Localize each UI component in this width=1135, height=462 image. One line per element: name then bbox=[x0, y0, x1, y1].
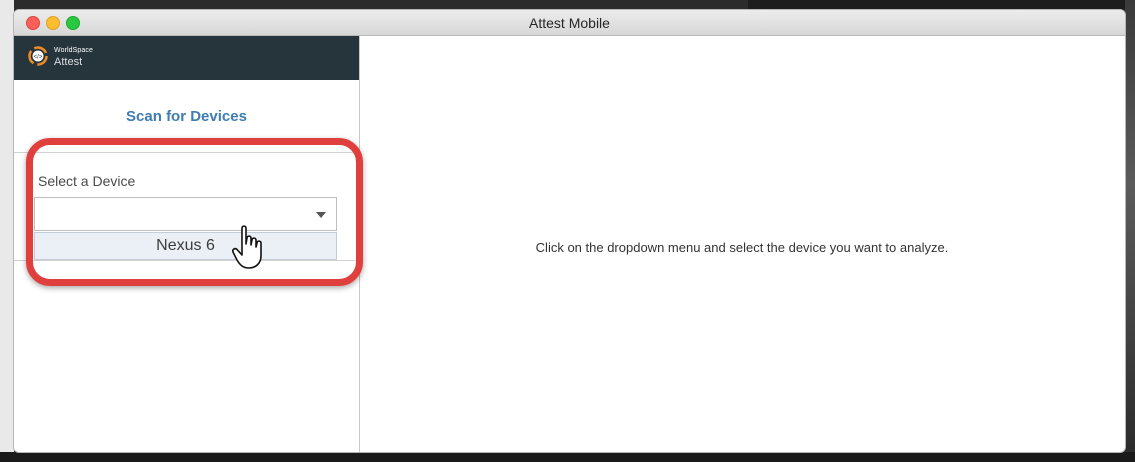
desktop-background bbox=[0, 452, 1135, 462]
sidebar: </> WorldSpace Attest Scan for Devices S… bbox=[14, 36, 360, 452]
scan-section: Scan for Devices bbox=[14, 80, 359, 153]
brand-name: WorldSpace bbox=[54, 47, 94, 54]
device-dropdown[interactable] bbox=[34, 197, 337, 231]
select-device-label: Select a Device bbox=[38, 173, 136, 189]
app-window: Attest Mobile </> WorldSpace Attest Scan… bbox=[14, 10, 1125, 452]
instruction-message: Click on the dropdown menu and select th… bbox=[535, 240, 949, 255]
svg-text:</>: </> bbox=[34, 55, 43, 61]
window-title: Attest Mobile bbox=[529, 15, 610, 31]
brand-header: </> WorldSpace Attest bbox=[14, 36, 359, 80]
dropdown-option-device[interactable]: Nexus 6 bbox=[34, 232, 337, 260]
divider bbox=[14, 260, 359, 261]
worldspace-logo-icon: </> bbox=[28, 46, 48, 66]
chevron-down-icon bbox=[316, 212, 326, 218]
title-bar[interactable]: Attest Mobile bbox=[14, 10, 1125, 36]
brand-product: Attest bbox=[54, 56, 83, 68]
desktop-background bbox=[0, 0, 14, 462]
desktop-background bbox=[748, 0, 1135, 10]
desktop-background bbox=[1125, 0, 1135, 462]
hand-pointer-icon bbox=[232, 225, 262, 269]
scan-for-devices-button[interactable]: Scan for Devices bbox=[14, 108, 359, 125]
